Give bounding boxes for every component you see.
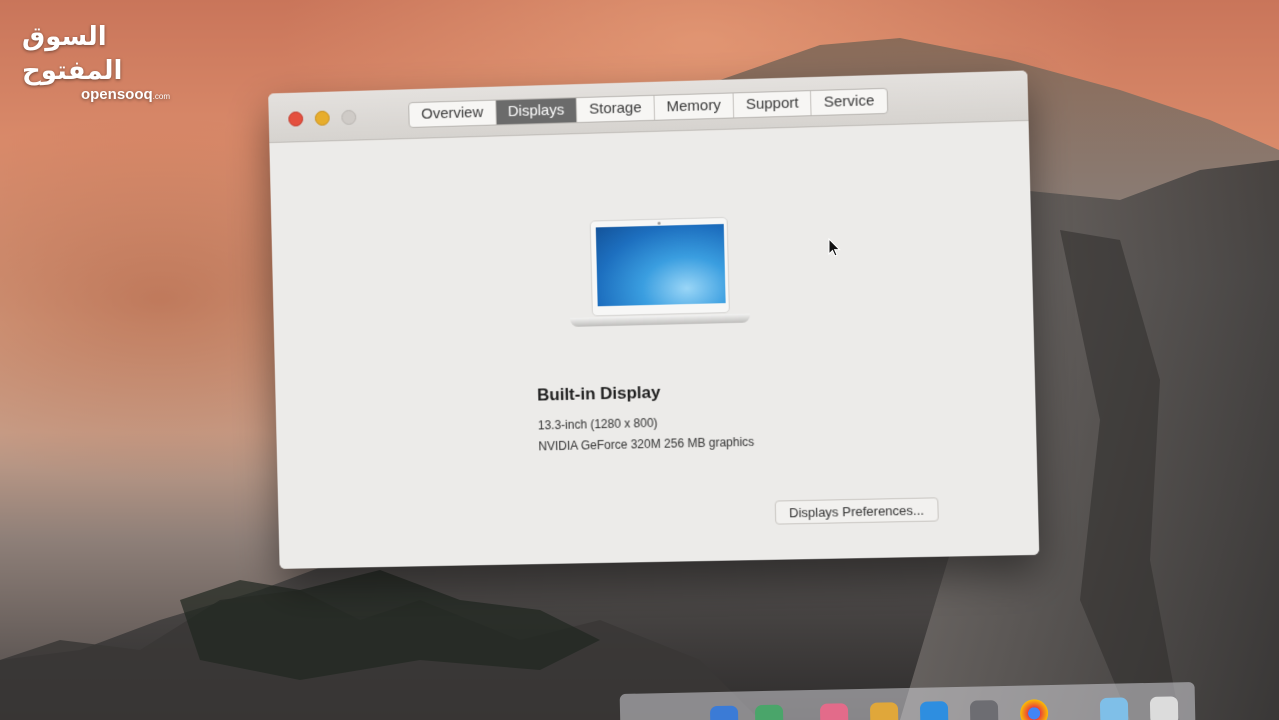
displays-panel: Built-in Display 13.3-inch (1280 x 800) …	[269, 122, 1039, 569]
displays-preferences-button[interactable]: Displays Preferences...	[775, 497, 939, 524]
tab-memory[interactable]: Memory	[654, 93, 734, 119]
display-title: Built-in Display	[537, 381, 753, 406]
dock-app-icon[interactable]	[870, 702, 899, 720]
watermark-suffix: .com	[153, 92, 170, 101]
about-this-mac-window: Overview Displays Storage Memory Support…	[268, 70, 1039, 568]
tab-overview[interactable]: Overview	[409, 101, 496, 127]
tab-displays[interactable]: Displays	[496, 98, 578, 124]
display-graphics: NVIDIA GeForce 320M 256 MB graphics	[538, 432, 754, 458]
chrome-icon[interactable]	[1020, 699, 1049, 720]
mouse-cursor-icon	[828, 238, 842, 258]
watermark-brand: opensooq	[81, 86, 153, 103]
dock-app-icon[interactable]	[970, 700, 999, 720]
tab-bar: Overview Displays Storage Memory Support…	[408, 88, 888, 128]
laptop-icon	[568, 216, 751, 331]
close-button[interactable]	[288, 111, 303, 126]
camera-dot	[658, 222, 661, 225]
dock-app-icon[interactable]	[920, 701, 949, 720]
laptop-screen	[590, 217, 730, 317]
dock-app-icon[interactable]	[710, 706, 739, 720]
minimize-button[interactable]	[315, 111, 330, 126]
display-info: Built-in Display 13.3-inch (1280 x 800) …	[537, 381, 755, 458]
watermark-arabic: السوق المفتوح	[22, 20, 182, 88]
tab-support[interactable]: Support	[733, 91, 812, 117]
folder-icon[interactable]	[1100, 697, 1129, 720]
tab-storage[interactable]: Storage	[577, 96, 655, 122]
watermark-latin: opensooq.com	[22, 86, 182, 103]
laptop-screen-wallpaper	[596, 224, 726, 306]
zoom-button	[341, 110, 356, 125]
dock-app-icon[interactable]	[820, 703, 849, 720]
trash-icon[interactable]	[1150, 696, 1179, 720]
tab-service[interactable]: Service	[811, 89, 886, 115]
opensooq-watermark: السوق المفتوح opensooq.com	[22, 20, 182, 103]
dock-app-icon[interactable]	[755, 705, 784, 720]
